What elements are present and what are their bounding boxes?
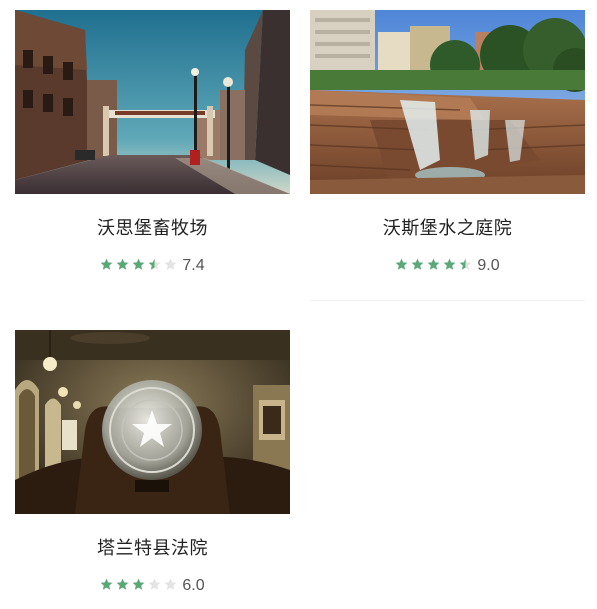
- star-full-icon: [116, 578, 129, 590]
- attraction-name[interactable]: 塔兰特县法院: [15, 534, 290, 560]
- star-full-icon: [100, 578, 113, 590]
- attraction-card[interactable]: 塔兰特县法院 6.0: [15, 330, 290, 596]
- attraction-rating: 7.4: [15, 258, 290, 276]
- star-full-icon: [443, 258, 456, 270]
- divider: [310, 300, 585, 301]
- stockyards-photo[interactable]: [15, 10, 290, 194]
- rating-score: 6.0: [182, 577, 205, 594]
- attraction-rating: 9.0: [310, 258, 585, 276]
- attraction-card[interactable]: 沃思堡畜牧场 7.4: [15, 10, 290, 276]
- attraction-grid: 沃思堡畜牧场 7.4 沃斯堡水之庭院 9.0 塔兰特县法院 6.0: [0, 0, 597, 609]
- star-rating: [100, 577, 180, 594]
- star-empty-icon: [164, 258, 177, 270]
- courthouse-photo[interactable]: [15, 330, 290, 514]
- star-full-icon: [132, 258, 145, 270]
- attraction-card[interactable]: 沃斯堡水之庭院 9.0: [310, 10, 585, 301]
- attraction-rating: 6.0: [15, 578, 290, 596]
- attraction-name[interactable]: 沃思堡畜牧场: [15, 214, 290, 240]
- star-full-icon: [427, 258, 440, 270]
- water-gardens-photo[interactable]: [310, 10, 585, 194]
- star-full-icon: [132, 578, 145, 590]
- star-full-icon: [395, 258, 408, 270]
- rating-score: 7.4: [182, 257, 205, 274]
- attraction-name[interactable]: 沃斯堡水之庭院: [310, 214, 585, 240]
- star-full-icon: [100, 258, 113, 270]
- star-empty-icon: [164, 578, 177, 590]
- star-half-icon: [459, 258, 472, 270]
- star-full-icon: [116, 258, 129, 270]
- star-rating: [395, 257, 475, 274]
- rating-score: 9.0: [477, 257, 500, 274]
- star-rating: [100, 257, 180, 274]
- star-empty-icon: [148, 578, 161, 590]
- star-half-icon: [148, 258, 161, 270]
- star-full-icon: [411, 258, 424, 270]
